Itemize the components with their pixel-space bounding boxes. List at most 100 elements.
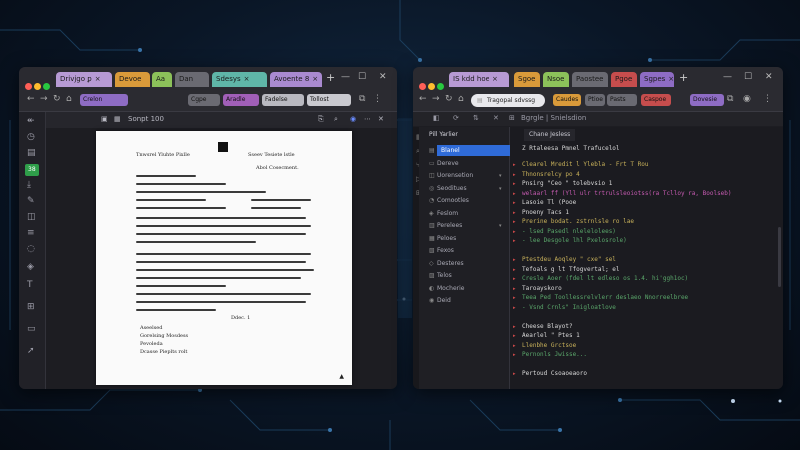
page-thumbnail-icon[interactable]: ▣ xyxy=(101,115,108,123)
editor-scrollbar[interactable] xyxy=(778,227,781,287)
maximize-window-button[interactable] xyxy=(437,83,444,90)
info-icon[interactable]: ◉ xyxy=(350,115,356,123)
home-icon[interactable]: ⌂ xyxy=(66,95,72,104)
gutter-marker-icon[interactable]: ▸ xyxy=(513,333,516,339)
browser-tab[interactable]: Sgpes × xyxy=(640,72,674,87)
list-icon[interactable]: ≡ xyxy=(27,228,35,238)
browser-tab[interactable]: Nsoe xyxy=(543,72,569,87)
pdf-zoom-label[interactable]: Sonpt 100 xyxy=(128,115,164,123)
gutter-marker-icon[interactable]: ▸ xyxy=(513,371,516,377)
extensions-icon[interactable]: ⧉ xyxy=(727,95,733,104)
back-icon[interactable]: ← xyxy=(419,95,427,104)
new-tab-button[interactable]: + xyxy=(326,71,335,84)
layers-icon[interactable]: ◫ xyxy=(27,212,36,222)
browser-tab[interactable]: Dan xyxy=(175,72,209,87)
gutter-marker-icon[interactable]: ▸ xyxy=(513,191,516,197)
chevron-down-icon[interactable]: ▾ xyxy=(499,223,502,229)
text-icon[interactable]: T xyxy=(27,280,33,290)
maximize-window-button[interactable] xyxy=(43,83,50,90)
explorer-item[interactable]: Fexos xyxy=(437,245,454,256)
gutter-marker-icon[interactable]: ▸ xyxy=(513,343,516,349)
extensions-icon[interactable]: ⧉ xyxy=(359,95,365,104)
close-pdf-icon[interactable]: ✕ xyxy=(378,115,384,123)
explorer-item[interactable]: Desteres xyxy=(437,258,464,269)
gutter-marker-icon[interactable]: ▸ xyxy=(513,238,516,244)
explorer-item[interactable]: Uorensetion xyxy=(437,170,473,181)
browser-tab[interactable]: Paostee xyxy=(572,72,608,87)
explorer-item[interactable]: Peloes xyxy=(437,233,456,244)
gutter-marker-icon[interactable]: ▸ xyxy=(513,219,516,225)
bookmark-chip[interactable]: Fadelse xyxy=(262,94,304,106)
explorer-item[interactable]: Mocherie xyxy=(437,283,464,294)
split-view-icon[interactable]: ◧ xyxy=(433,114,440,122)
close-tab-icon[interactable]: × xyxy=(244,75,250,83)
bookmark-chip[interactable]: Dovesie xyxy=(690,94,724,106)
explorer-item[interactable]: Deid xyxy=(437,295,451,306)
browser-tab[interactable]: Sdesys × xyxy=(212,72,267,87)
gutter-marker-icon[interactable]: ▸ xyxy=(513,286,516,292)
forward-icon[interactable]: → xyxy=(432,95,440,104)
back-icon[interactable]: ← xyxy=(27,95,35,104)
close-panel-icon[interactable]: ✕ xyxy=(493,114,499,122)
profile-icon[interactable]: ◉ xyxy=(743,95,751,104)
bookmark-chip[interactable]: Pasts xyxy=(607,94,637,106)
explorer-item[interactable]: Perelees xyxy=(437,220,462,231)
close-tab-icon[interactable]: × xyxy=(95,75,101,83)
new-tab-button[interactable]: + xyxy=(679,71,688,84)
explorer-item[interactable]: Blanel xyxy=(437,145,511,156)
home-icon[interactable]: ⌂ xyxy=(458,95,464,104)
browser-tab[interactable]: IS kdd hoe × xyxy=(449,72,509,87)
sort-icon[interactable]: ⇅ xyxy=(473,114,479,122)
minimize-icon[interactable]: — xyxy=(341,72,350,82)
gutter-marker-icon[interactable]: ▸ xyxy=(513,352,516,358)
edit-icon[interactable]: ✎ xyxy=(27,196,35,206)
bookmark-chip[interactable]: Cgpe xyxy=(188,94,220,106)
search-icon[interactable]: ⌕ xyxy=(334,115,338,124)
bookmark-chip[interactable]: Caspoe xyxy=(641,94,671,106)
editor-tab[interactable]: Chane Jesless xyxy=(524,129,576,141)
close-window-button[interactable] xyxy=(25,83,32,90)
share-icon[interactable]: ⎘ xyxy=(318,115,324,124)
more-icon[interactable]: ⋯ xyxy=(364,115,371,123)
close-tab-icon[interactable]: × xyxy=(492,75,498,83)
forward-icon[interactable]: → xyxy=(40,95,48,104)
bookmark-chip[interactable]: Tollost xyxy=(307,94,351,106)
minimize-window-button[interactable] xyxy=(34,83,41,90)
gutter-marker-icon[interactable]: ▸ xyxy=(513,257,516,263)
browser-tab[interactable]: Pgoe xyxy=(611,72,637,87)
chevron-down-icon[interactable]: ▾ xyxy=(499,186,502,192)
close-window-button[interactable] xyxy=(419,83,426,90)
browser-tab[interactable]: Sgoe xyxy=(514,72,540,87)
bookmark-chip[interactable]: Ptioe xyxy=(585,94,605,106)
explorer-item[interactable]: Dereve xyxy=(437,158,459,169)
bookmark-icon[interactable]: ▤ xyxy=(27,148,36,158)
sidebar-badge[interactable]: 38 xyxy=(25,164,39,176)
gutter-marker-icon[interactable]: ▸ xyxy=(513,181,516,187)
maximize-icon[interactable]: ☐ xyxy=(358,72,366,82)
gutter-marker-icon[interactable]: ▸ xyxy=(513,162,516,168)
gutter-marker-icon[interactable]: ▸ xyxy=(513,210,516,216)
sync-icon[interactable]: ⟳ xyxy=(453,114,459,122)
explorer-item[interactable]: Seoditues xyxy=(437,183,467,194)
gutter-marker-icon[interactable]: ▸ xyxy=(513,229,516,235)
address-bar[interactable]: ▤ Tragopal sdvssg xyxy=(471,94,545,107)
grid-view-icon[interactable]: ▦ xyxy=(114,115,121,123)
gutter-marker-icon[interactable]: ▸ xyxy=(513,172,516,178)
browser-tab[interactable]: Devoe xyxy=(115,72,150,87)
toolbar-button-icon[interactable]: ⊞ xyxy=(509,114,515,122)
browser-tab[interactable]: Drivjgo ꝑ × xyxy=(56,72,112,87)
browser-tab[interactable]: Avoente 8 × xyxy=(270,72,322,87)
minimize-icon[interactable]: — xyxy=(723,72,732,82)
reload-icon[interactable]: ↻ xyxy=(445,95,453,104)
close-tab-icon[interactable]: × xyxy=(668,75,674,83)
bookmark-chip[interactable]: Caudes xyxy=(553,94,581,106)
close-icon[interactable]: ✕ xyxy=(765,72,773,82)
gutter-marker-icon[interactable]: ▸ xyxy=(513,305,516,311)
explorer-item[interactable]: Feslom xyxy=(437,208,458,219)
bookmark-chip[interactable]: Crelon xyxy=(80,94,128,106)
reload-icon[interactable]: ↻ xyxy=(53,95,61,104)
gutter-marker-icon[interactable]: ▸ xyxy=(513,200,516,206)
minimize-window-button[interactable] xyxy=(428,83,435,90)
pointer-icon[interactable]: ➚ xyxy=(27,346,35,356)
explorer-item[interactable]: Comootles xyxy=(437,195,469,206)
